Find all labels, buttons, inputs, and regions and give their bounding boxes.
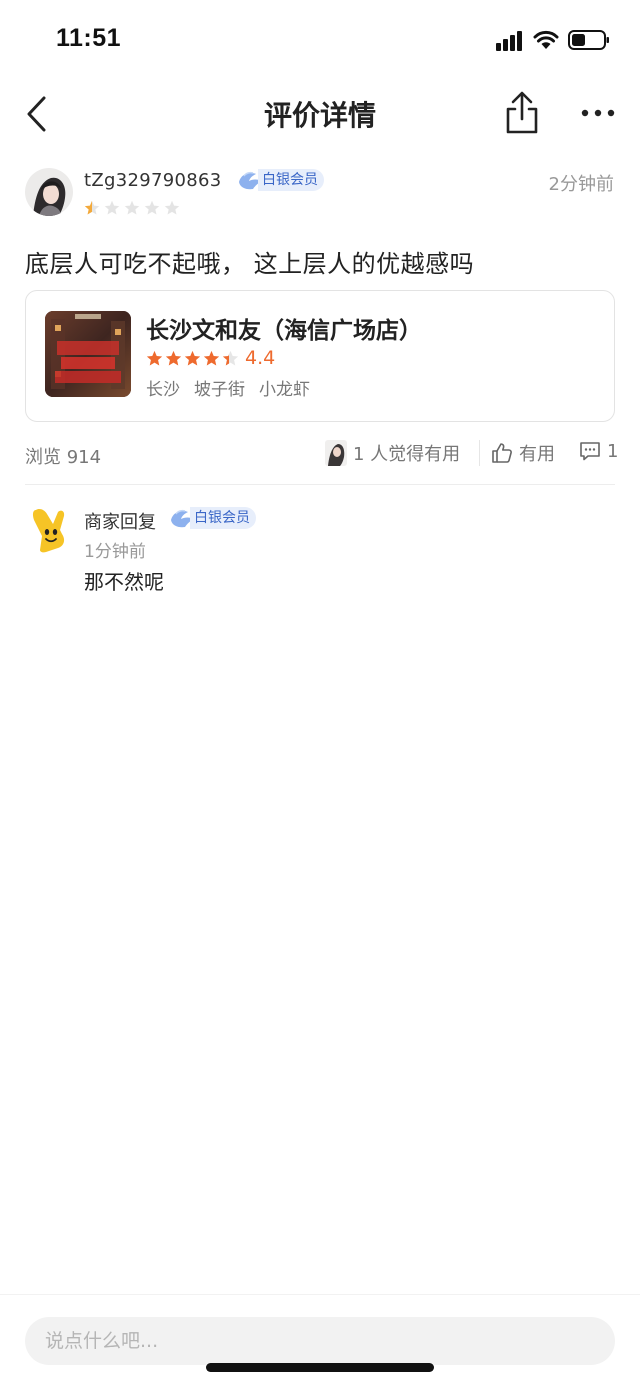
member-badge: 白银会员	[168, 506, 256, 530]
stats-row: 浏览 914 1 人觉得有用 有用 1	[25, 440, 618, 468]
review-stars	[84, 200, 180, 216]
rating-star-icon	[144, 200, 160, 215]
review-text: 底层人可吃不起哦， 这上层人的优越感吗	[25, 250, 475, 278]
shop-star-icon	[203, 350, 220, 365]
comment-input[interactable]	[25, 1317, 615, 1365]
like-button[interactable]: 有用	[491, 440, 555, 466]
rating-star-icon	[124, 200, 140, 215]
reply-text: 那不然呢	[84, 570, 164, 594]
shop-card[interactable]: 长沙文和友（海信广场店） 4.4 长沙 坡子街 小龙虾	[25, 290, 615, 422]
shop-score: 4.4	[245, 347, 276, 369]
comment-button[interactable]: 1	[579, 440, 618, 462]
shop-stars	[146, 350, 239, 367]
wifi-icon	[533, 30, 559, 49]
helpful-user-avatar	[325, 440, 347, 466]
helpful-users[interactable]: 1 人觉得有用	[325, 440, 460, 466]
comment-count: 1	[607, 440, 619, 462]
thumbs-up-icon	[492, 443, 512, 463]
shop-tag: 小龙虾	[259, 380, 310, 400]
bottom-bar	[0, 1294, 640, 1385]
share-icon[interactable]	[502, 90, 542, 136]
status-bar: 11:51	[0, 0, 640, 80]
signal-icon	[496, 31, 522, 51]
battery-icon	[568, 30, 609, 50]
like-label: 有用	[519, 444, 555, 465]
review-time: 2分钟前	[548, 174, 614, 195]
reply-time: 1分钟前	[84, 542, 146, 562]
stat-divider	[479, 440, 480, 466]
shop-star-icon	[146, 350, 163, 365]
shop-rating: 4.4	[146, 347, 275, 369]
nav-bar: 评价详情	[0, 80, 640, 146]
shop-star-icon	[184, 350, 201, 365]
rating-star-icon	[84, 200, 100, 215]
merchant-reply-label: 商家回复	[84, 512, 156, 533]
comment-icon	[580, 442, 600, 461]
shop-star-icon	[222, 350, 239, 365]
shop-thumbnail	[45, 311, 131, 397]
shop-tag: 长沙	[146, 380, 180, 400]
status-time: 11:51	[56, 24, 122, 52]
view-count: 浏览 914	[25, 447, 102, 468]
shop-star-icon	[165, 350, 182, 365]
reviewer-username[interactable]: tZg329790863	[84, 170, 221, 191]
rating-star-icon	[164, 200, 180, 215]
reviewer-avatar[interactable]	[25, 168, 73, 216]
rating-star-icon	[104, 200, 120, 215]
member-badge-label: 白银会员	[190, 507, 256, 529]
helpful-count: 1 人觉得有用	[353, 444, 461, 465]
page-title: 评价详情	[263, 99, 376, 132]
shop-tag: 坡子街	[194, 380, 245, 400]
home-indicator	[206, 1363, 434, 1372]
merchant-avatar[interactable]	[30, 506, 70, 554]
more-icon[interactable]	[580, 102, 616, 124]
member-badge: 白银会员	[236, 168, 324, 192]
shop-name[interactable]: 长沙文和友（海信广场店）	[146, 311, 422, 345]
shop-tags: 长沙 坡子街 小龙虾	[146, 375, 310, 400]
section-divider	[25, 484, 615, 485]
member-badge-label: 白银会员	[258, 169, 324, 191]
